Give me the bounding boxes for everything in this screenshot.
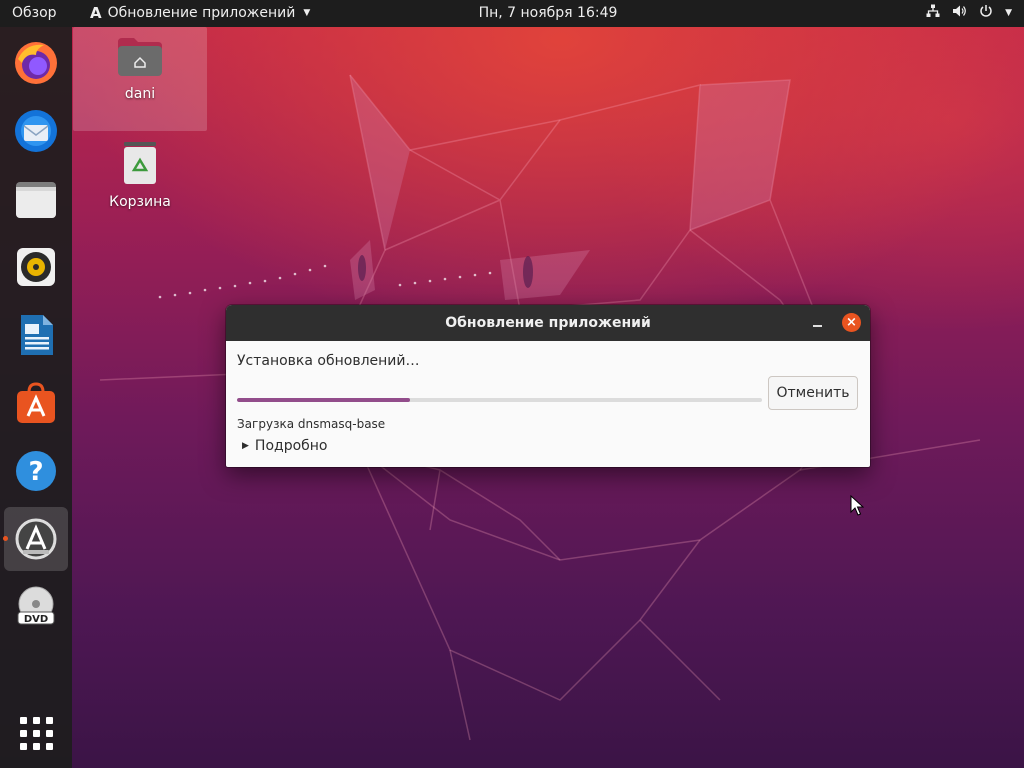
update-dialog: Обновление приложений × Установка обновл… (226, 305, 870, 467)
desktop-item-label: Корзина (109, 194, 171, 210)
substatus-text: Загрузка dnsmasq-base (237, 417, 386, 431)
top-bar: Обзор A Обновление приложений ▼ Пн, 7 но… (0, 0, 1024, 27)
details-expander[interactable]: ▶ Подробно (242, 438, 328, 454)
progress-bar (237, 398, 762, 402)
volume-icon[interactable] (952, 4, 967, 22)
minimize-icon[interactable] (811, 315, 825, 329)
dvd-icon: DVD (17, 586, 55, 625)
close-button[interactable]: × (842, 313, 861, 332)
trash-icon (124, 142, 156, 184)
desktop-item-home[interactable]: dani (73, 36, 207, 102)
desktop-item-trash[interactable]: Корзина (73, 140, 207, 210)
cancel-button[interactable]: Отменить (768, 376, 858, 410)
libreoffice-writer-icon (21, 315, 53, 355)
show-apps-icon[interactable] (20, 717, 53, 750)
thunderbird-icon (15, 110, 57, 152)
network-icon[interactable] (926, 4, 940, 22)
home-folder-icon (118, 38, 162, 76)
rhythmbox-icon (17, 248, 55, 286)
system-tray[interactable]: ▼ (926, 4, 1012, 22)
files-icon (16, 182, 56, 218)
firefox-icon (15, 42, 57, 84)
svg-text:?: ? (28, 457, 43, 487)
expander-arrow-icon: ▶ (242, 441, 249, 451)
chevron-down-icon[interactable]: ▼ (1005, 8, 1012, 18)
dock-item-software[interactable] (4, 371, 68, 435)
dialog-titlebar[interactable]: Обновление приложений × (226, 305, 870, 341)
progress-fill (237, 398, 411, 402)
svg-text:DVD: DVD (24, 614, 48, 625)
dock-item-help[interactable]: ? (4, 439, 68, 503)
dock-item-firefox[interactable] (4, 31, 68, 95)
dock-item-files[interactable] (4, 167, 68, 231)
power-icon[interactable] (979, 4, 993, 22)
software-updater-icon (15, 518, 57, 560)
dock-item-updater[interactable] (4, 507, 68, 571)
dialog-title: Обновление приложений (445, 315, 651, 331)
desktop-item-label: dani (124, 86, 156, 102)
dock-item-writer[interactable] (4, 303, 68, 367)
software-center-icon (17, 382, 55, 423)
help-icon: ? (16, 451, 56, 491)
dock-item-thunderbird[interactable] (4, 99, 68, 163)
dock: ? DVD (0, 27, 72, 768)
mouse-cursor-icon (850, 495, 864, 516)
clock[interactable]: Пн, 7 ноября 16:49 (0, 5, 1024, 21)
status-text: Установка обновлений… (237, 353, 420, 369)
dock-item-rhythmbox[interactable] (4, 235, 68, 299)
details-label: Подробно (254, 438, 328, 454)
running-indicator (3, 536, 8, 541)
dock-item-dvd[interactable]: DVD (4, 575, 68, 639)
close-icon: × (846, 315, 857, 330)
